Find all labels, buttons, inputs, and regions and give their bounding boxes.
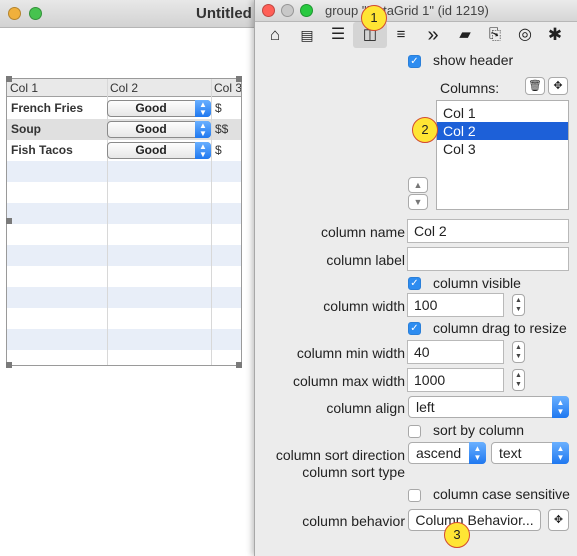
column-max-width-field[interactable]: 1000 bbox=[407, 368, 504, 392]
column-max-width-label: column max width bbox=[292, 373, 405, 389]
column-min-width-stepper[interactable]: ▲ ▼ bbox=[512, 341, 525, 363]
sort-by-column-checkbox[interactable] bbox=[408, 425, 421, 438]
column-behavior-label: column behavior bbox=[302, 513, 405, 529]
columns-list[interactable]: Col 1 Col 2 Col 3 bbox=[436, 100, 569, 210]
resize-handle[interactable] bbox=[236, 362, 242, 368]
datagrid[interactable]: Col 1 Col 2 Col 3 French Fries Good ▲ ▼ $ … bbox=[6, 78, 242, 366]
resize-handle[interactable] bbox=[236, 76, 242, 82]
column-width-field[interactable]: 100 bbox=[407, 293, 504, 317]
resize-handle[interactable] bbox=[6, 218, 12, 224]
select-arrow-icon: ▲ ▼ bbox=[552, 442, 569, 464]
gear-icon[interactable]: ✱ bbox=[538, 22, 572, 48]
rating-select[interactable]: Good ▲ ▼ bbox=[107, 142, 211, 159]
table-cell: $ bbox=[215, 143, 222, 157]
case-sensitive-label: column case sensitive bbox=[433, 486, 570, 502]
rating-select[interactable]: Good ▲ ▼ bbox=[107, 100, 211, 117]
sort-direction-select[interactable]: ascend ▲ ▼ bbox=[408, 442, 486, 464]
column-align-select[interactable]: left ▲ ▼ bbox=[408, 396, 569, 418]
annotation-badge: 3 bbox=[444, 522, 470, 548]
rating-select[interactable]: Good ▲ ▼ bbox=[107, 121, 211, 138]
column-width-stepper[interactable]: ▲ ▼ bbox=[512, 294, 525, 316]
column-visible-label: column visible bbox=[433, 275, 521, 291]
column-name-field[interactable]: Col 2 bbox=[407, 219, 569, 243]
column-align-label: column align bbox=[326, 400, 405, 416]
minimize-icon[interactable] bbox=[8, 7, 21, 20]
annotation-badge: 2 bbox=[412, 117, 438, 143]
sort-type-label: column sort type bbox=[302, 464, 405, 480]
target-icon[interactable]: ◎ bbox=[508, 22, 542, 48]
inspector-title: group "DataGrid 1" (id 1219) bbox=[325, 3, 489, 18]
annotation-badge: 1 bbox=[361, 5, 387, 31]
table-cell: $$ bbox=[215, 122, 229, 136]
column-name-label: column name bbox=[320, 224, 405, 240]
table-cell: $ bbox=[215, 101, 222, 115]
list-icon[interactable]: ☰ bbox=[321, 22, 355, 48]
select-arrow-icon: ▲ ▼ bbox=[195, 100, 211, 117]
case-sensitive-checkbox[interactable] bbox=[408, 489, 421, 502]
close-icon[interactable] bbox=[262, 4, 275, 17]
inspector-titlebar: group "DataGrid 1" (id 1219) bbox=[255, 0, 577, 22]
select-arrow-icon: ▲ ▼ bbox=[195, 121, 211, 138]
column-behavior-button[interactable]: Column Behavior... bbox=[408, 509, 541, 531]
script-icon[interactable]: ⎘ bbox=[478, 22, 512, 48]
background-titlebar: Untitled bbox=[0, 0, 262, 28]
sort-type-select[interactable]: text ▲ ▼ bbox=[491, 442, 569, 464]
background-window: Untitled Col 1 Col 2 Col 3 French Fries … bbox=[0, 0, 262, 556]
delete-column-button[interactable]: 🗑 bbox=[525, 77, 545, 95]
table-cell: Fish Tacos bbox=[11, 143, 73, 157]
column-max-width-stepper[interactable]: ▲ ▼ bbox=[512, 369, 525, 391]
select-arrow-icon: ▲ ▼ bbox=[469, 442, 486, 464]
chevron-right-double-icon[interactable]: » bbox=[416, 22, 450, 48]
card-icon[interactable]: ▤ bbox=[290, 22, 324, 48]
column-min-width-label: column min width bbox=[296, 345, 405, 361]
column-drag-label: column drag to resize bbox=[433, 320, 567, 336]
select-arrow-icon: ▲ ▼ bbox=[195, 142, 211, 159]
select-arrow-icon: ▲ ▼ bbox=[552, 396, 569, 418]
column-visible-checkbox[interactable]: ✓ bbox=[408, 277, 421, 290]
inspector-toolbar: ⌂ ▤ ☰ ◫ ≡ » ▰ ⎘ ◎ ✱ bbox=[255, 22, 577, 48]
table-row[interactable]: French Fries Good ▲ ▼ $ bbox=[7, 98, 241, 119]
table-cell: French Fries bbox=[11, 101, 84, 115]
zoom-icon[interactable] bbox=[29, 7, 42, 20]
zoom-icon[interactable] bbox=[300, 4, 313, 17]
column-label-label: column label bbox=[326, 252, 405, 268]
list-item[interactable]: Col 2 bbox=[437, 122, 568, 140]
column-min-width-field[interactable]: 40 bbox=[407, 340, 504, 364]
table-row[interactable]: Soup Good ▲ ▼ $$ bbox=[7, 119, 241, 140]
show-header-label: show header bbox=[433, 52, 514, 68]
property-inspector: group "DataGrid 1" (id 1219) ⌂ ▤ ☰ ◫ ≡ »… bbox=[254, 0, 577, 556]
window-title: Untitled bbox=[196, 5, 252, 22]
add-column-button[interactable]: ✥ bbox=[548, 77, 568, 95]
show-header-checkbox[interactable]: ✓ bbox=[408, 55, 421, 68]
list-item[interactable]: Col 1 bbox=[437, 104, 568, 122]
column-drag-checkbox[interactable]: ✓ bbox=[408, 322, 421, 335]
minimize-icon[interactable] bbox=[281, 4, 294, 17]
list-item[interactable]: Col 3 bbox=[437, 140, 568, 158]
resize-handle[interactable] bbox=[6, 362, 12, 368]
move-down-button[interactable]: ▼ bbox=[408, 194, 428, 210]
column-header[interactable]: Col 1 bbox=[7, 79, 107, 97]
columns-label: Columns: bbox=[440, 80, 500, 96]
column-header[interactable]: Col 2 bbox=[107, 79, 211, 97]
home-icon[interactable]: ⌂ bbox=[258, 22, 292, 48]
table-cell: Soup bbox=[11, 122, 41, 136]
sort-by-column-label: sort by column bbox=[433, 422, 525, 438]
column-label-field[interactable] bbox=[407, 247, 569, 271]
database-icon[interactable]: ≡ bbox=[384, 22, 418, 48]
resize-handle[interactable] bbox=[6, 76, 12, 82]
table-row[interactable]: Fish Tacos Good ▲ ▼ $ bbox=[7, 140, 241, 161]
lock-icon[interactable]: ▰ bbox=[448, 22, 482, 48]
move-up-button[interactable]: ▲ bbox=[408, 177, 428, 193]
column-width-label: column width bbox=[323, 298, 405, 314]
column-behavior-add-button[interactable]: ✥ bbox=[548, 509, 569, 531]
sort-direction-label: column sort direction bbox=[275, 447, 405, 463]
